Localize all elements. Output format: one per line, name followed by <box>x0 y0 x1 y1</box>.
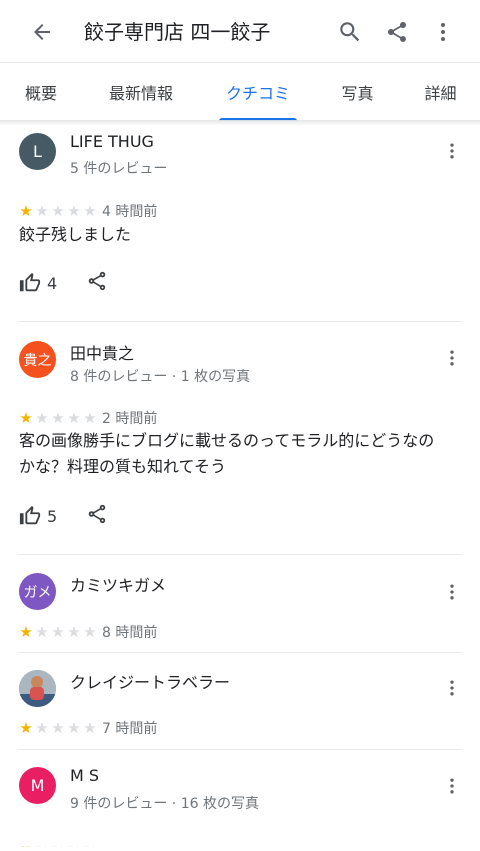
star-icon: ★ <box>83 622 97 641</box>
avatar[interactable]: L <box>19 133 56 170</box>
back-arrow-icon <box>34 24 50 40</box>
more-options-button[interactable] <box>423 12 463 52</box>
share-icon <box>88 271 106 291</box>
star-rating: ★★★★★ <box>18 718 98 737</box>
share-icon <box>388 22 406 42</box>
more-vert-icon <box>441 23 445 41</box>
thumbs-up-icon <box>19 505 41 525</box>
tab-about[interactable]: 詳細 <box>413 63 468 121</box>
avatar[interactable]: ガメ <box>19 573 56 610</box>
review-more-button[interactable] <box>440 774 464 798</box>
star-icon: ★ <box>35 622 49 641</box>
star-icon: ★ <box>19 201 33 220</box>
thumbs-up-icon <box>19 272 41 292</box>
share-button[interactable] <box>377 12 417 52</box>
review-more-button[interactable] <box>440 676 464 700</box>
more-vert-icon <box>450 778 454 794</box>
app-bar: 餃子専門店 四一餃子 <box>0 0 480 62</box>
tab-bar: 概要 最新情報 クチコミ 写真 詳細 <box>0 62 480 121</box>
rating-row: ★ ★ ★ ★ ★ 4 時間前 <box>18 201 157 221</box>
reviewer-name[interactable]: LIFE THUG <box>70 132 154 151</box>
reviewer-stats: 8 件のレビュー · 1 枚の写真 <box>70 369 251 385</box>
star-icon: ★ <box>67 408 81 427</box>
star-icon: ★ <box>51 622 65 641</box>
like-button[interactable]: 4 <box>19 272 57 294</box>
like-button[interactable]: 5 <box>19 505 57 527</box>
divider <box>18 321 462 322</box>
place-title: 餃子専門店 四一餃子 <box>84 20 271 44</box>
reviewer-name[interactable]: 田中貴之 <box>70 340 134 364</box>
star-icon: ★ <box>67 718 81 737</box>
like-count: 5 <box>47 506 58 526</box>
tab-reviews[interactable]: クチコミ <box>219 63 297 121</box>
star-icon: ★ <box>19 622 33 641</box>
star-icon: ★ <box>35 201 49 220</box>
avatar-letter: 貴之 <box>23 352 52 369</box>
more-vert-icon <box>450 584 454 600</box>
reviewer-stats: 5 件のレビュー <box>70 161 168 177</box>
rating-row: ★ ★ ★ ★ ★ 2 時間前 <box>18 408 157 428</box>
reviewer-stats: 9 件のレビュー · 16 枚の写真 <box>70 796 259 812</box>
reviewer-name[interactable]: M S <box>70 766 99 785</box>
review-more-button[interactable] <box>440 580 464 604</box>
review-more-button[interactable] <box>440 346 464 370</box>
tab-updates[interactable]: 最新情報 <box>100 63 182 121</box>
star-icon: ★ <box>67 201 81 220</box>
star-rating: ★★★★★ <box>18 408 98 427</box>
review-share-button[interactable] <box>86 503 108 525</box>
divider <box>18 652 462 653</box>
avatar[interactable] <box>19 670 56 707</box>
review-share-button[interactable] <box>86 270 108 292</box>
more-vert-icon <box>450 680 454 696</box>
review-time: 7 時間前 <box>102 721 158 737</box>
star-icon: ★ <box>51 408 65 427</box>
back-button[interactable] <box>22 12 62 52</box>
star-icon: ★ <box>51 718 65 737</box>
star-icon: ★ <box>35 718 49 737</box>
star-rating: ★★★★★ <box>18 622 98 641</box>
star-icon: ★ <box>83 201 97 220</box>
review-more-button[interactable] <box>440 139 464 163</box>
review-time: 4 時間前 <box>102 204 158 220</box>
review-text: 客の画像勝手にブログに載せるのってモラル的にどうなのかな？料理の質も知れてそう <box>19 431 435 476</box>
reviewer-name[interactable]: クレイジートラベラー <box>70 669 230 693</box>
avatar[interactable]: 貴之 <box>19 341 56 378</box>
more-vert-icon <box>450 143 454 159</box>
review-time: 2 時間前 <box>102 411 158 427</box>
bottom-fade <box>0 830 480 846</box>
review-text: 餃子残しました <box>19 225 132 244</box>
avatar-letter: M <box>30 776 45 795</box>
more-vert-icon <box>450 350 454 366</box>
star-rating: ★★★★★ <box>18 201 98 220</box>
star-icon: ★ <box>67 622 81 641</box>
review-time: 8 時間前 <box>102 625 158 641</box>
search-button[interactable] <box>330 12 370 52</box>
star-icon: ★ <box>35 408 49 427</box>
divider <box>18 554 462 555</box>
avatar[interactable]: M <box>19 767 56 804</box>
star-icon: ★ <box>83 718 97 737</box>
avatar-photo-icon <box>19 670 56 707</box>
divider <box>18 749 462 750</box>
tab-photos[interactable]: 写真 <box>330 63 385 121</box>
rating-row: ★ ★ ★ ★ ★ 8 時間前 <box>18 622 157 642</box>
avatar-letter: ガメ <box>23 584 52 601</box>
like-count: 4 <box>47 273 58 293</box>
tab-shadow <box>0 120 480 126</box>
search-icon <box>340 22 360 42</box>
star-icon: ★ <box>19 718 33 737</box>
share-icon <box>88 504 106 524</box>
tab-overview[interactable]: 概要 <box>10 63 72 121</box>
star-icon: ★ <box>83 408 97 427</box>
reviewer-name[interactable]: カミツキガメ <box>70 572 166 596</box>
avatar-letter: L <box>33 142 42 161</box>
star-icon: ★ <box>19 408 33 427</box>
rating-row: ★ ★ ★ ★ ★ 7 時間前 <box>18 718 157 738</box>
star-icon: ★ <box>51 201 65 220</box>
